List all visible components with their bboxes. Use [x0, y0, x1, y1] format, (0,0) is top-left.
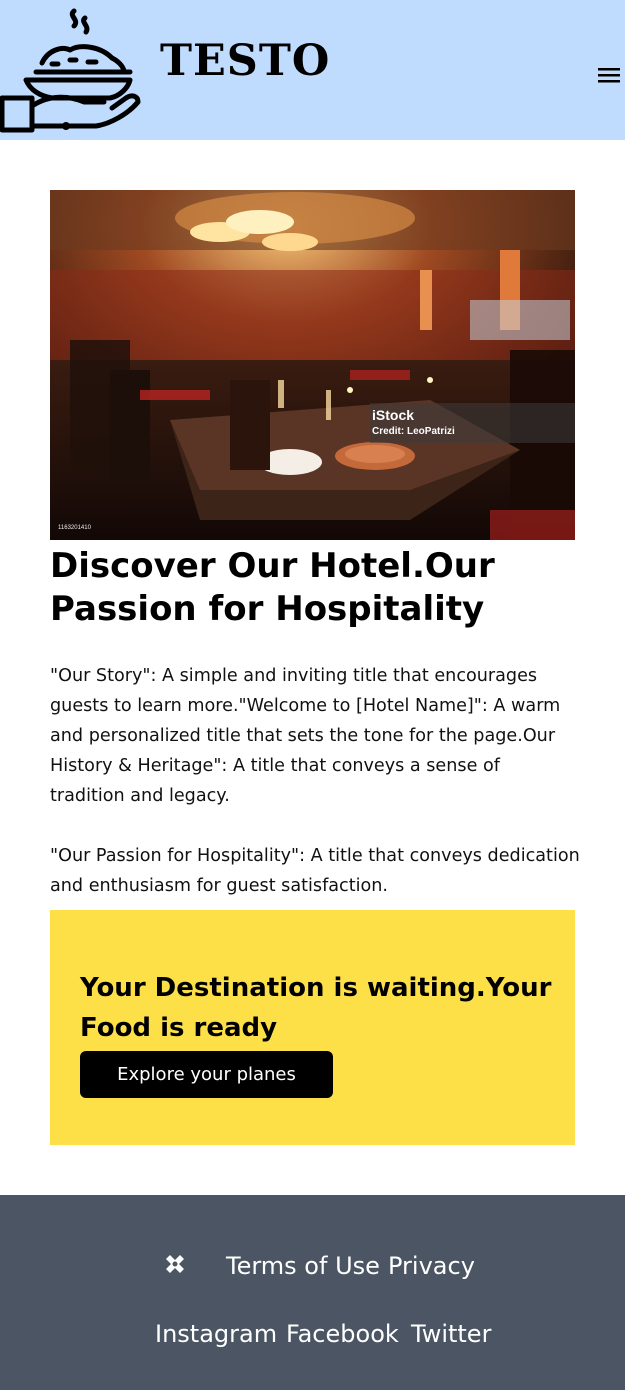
- intro-paragraph: "Our Story": A simple and inviting title…: [50, 666, 561, 806]
- restaurant-photo: [50, 190, 575, 540]
- instagram-link[interactable]: Instagram: [155, 1320, 277, 1348]
- site-header: TESTO: [0, 0, 625, 140]
- twitter-link[interactable]: Twitter: [411, 1320, 491, 1348]
- watermark-brand: iStock: [372, 407, 415, 423]
- page-title: Discover Our Hotel.Our Passion for Hospi…: [50, 546, 495, 629]
- promo-title: Your Destination is waiting.Your Food is…: [80, 973, 552, 1043]
- facebook-link[interactable]: Facebook: [286, 1320, 399, 1348]
- hospitality-paragraph: "Our Passion for Hospitality": A title t…: [50, 846, 580, 896]
- food-tray-hand-icon[interactable]: [0, 6, 142, 134]
- hero-image: iStock Credit: LeoPatrizi 1163201410: [50, 190, 575, 540]
- privacy-link[interactable]: Privacy: [388, 1252, 475, 1280]
- explore-button[interactable]: Explore your planes: [80, 1051, 333, 1098]
- hamburger-menu-icon[interactable]: [596, 64, 622, 86]
- image-id: 1163201410: [58, 525, 91, 531]
- site-footer: Terms of Use Privacy Instagram Facebook …: [0, 1195, 625, 1390]
- istock-watermark: iStock Credit: LeoPatrizi: [370, 403, 575, 443]
- watermark-credit: Credit: LeoPatrizi: [372, 426, 455, 437]
- puzzle-x-icon[interactable]: [162, 1251, 188, 1277]
- terms-of-use-link[interactable]: Terms of Use: [226, 1252, 380, 1280]
- promo-banner: Your Destination is waiting.Your Food is…: [50, 910, 575, 1145]
- brand-name[interactable]: TESTO: [160, 40, 330, 83]
